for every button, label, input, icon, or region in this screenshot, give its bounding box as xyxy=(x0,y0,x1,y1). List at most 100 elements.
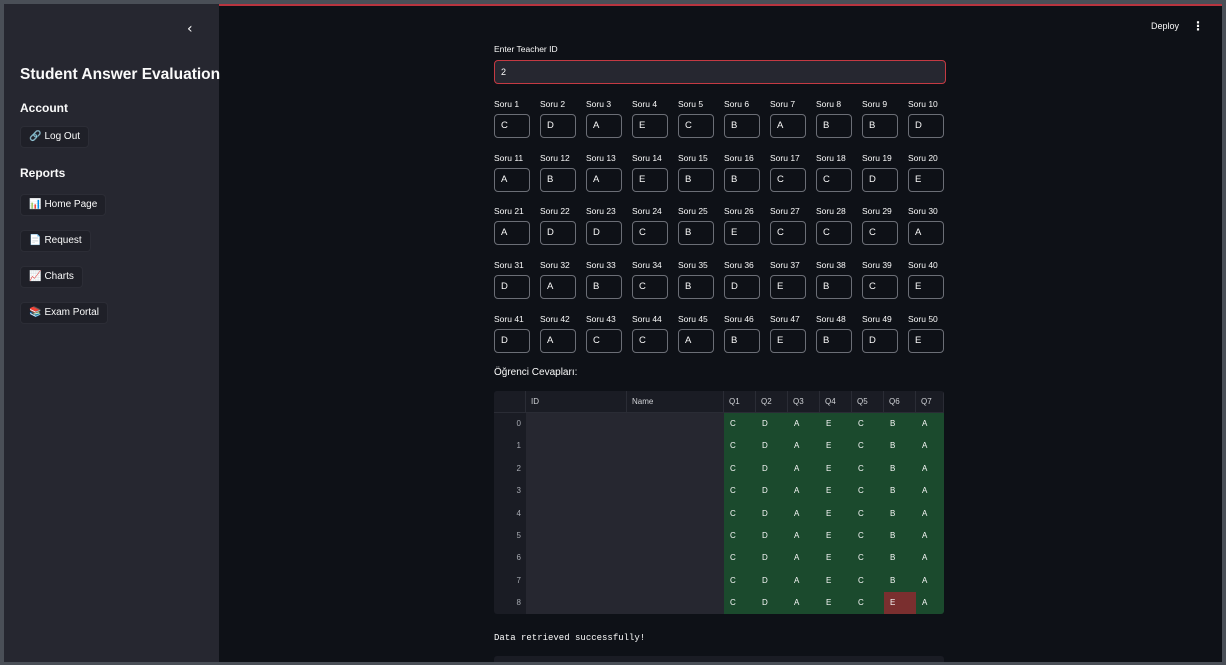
results-table[interactable] xyxy=(494,656,944,662)
answer-input[interactable]: E xyxy=(632,167,668,192)
answer-cell-correct[interactable]: C xyxy=(852,457,884,481)
answer-input[interactable]: C xyxy=(816,221,852,246)
answer-input[interactable]: B xyxy=(678,167,714,192)
answer-cell-correct[interactable]: D xyxy=(756,569,788,593)
answer-input[interactable]: D xyxy=(540,114,576,138)
column-header[interactable] xyxy=(494,391,526,413)
answer-cell-correct[interactable]: D xyxy=(756,525,788,548)
answer-cell-correct[interactable]: D xyxy=(756,480,788,503)
answer-input[interactable]: A xyxy=(586,114,622,138)
answer-cell-correct[interactable]: C xyxy=(724,569,756,593)
answer-cell-correct[interactable]: D xyxy=(756,435,788,458)
main-menu-icon[interactable]: ⋮ xyxy=(1192,19,1204,33)
answer-cell-correct[interactable]: A xyxy=(788,592,820,614)
answer-cell-correct[interactable]: A xyxy=(916,525,944,548)
answer-cell-correct[interactable]: C xyxy=(724,547,756,570)
answer-cell-correct[interactable]: E xyxy=(820,569,852,593)
answer-input[interactable]: D xyxy=(908,114,944,138)
answer-cell-correct[interactable]: E xyxy=(820,457,852,481)
column-header[interactable]: Q4 xyxy=(820,391,852,413)
answer-cell-correct[interactable]: E xyxy=(820,502,852,525)
answer-input[interactable]: E xyxy=(632,114,668,138)
answer-cell-correct[interactable]: A xyxy=(788,457,820,481)
answer-input[interactable]: A xyxy=(494,221,530,246)
answer-cell-correct[interactable]: C xyxy=(724,457,756,481)
answer-cell-correct[interactable]: D xyxy=(756,547,788,570)
answer-cell-wrong[interactable]: E xyxy=(884,592,916,614)
answer-input[interactable]: D xyxy=(494,275,530,300)
answer-input[interactable]: B xyxy=(724,167,760,192)
answer-cell-correct[interactable]: D xyxy=(756,457,788,481)
answer-input[interactable]: D xyxy=(494,328,530,353)
answer-input[interactable]: E xyxy=(770,275,806,300)
answer-cell-correct[interactable]: A xyxy=(788,502,820,525)
answer-cell-correct[interactable]: C xyxy=(724,592,756,614)
answer-input[interactable]: A xyxy=(908,221,944,246)
answer-input[interactable]: A xyxy=(494,167,530,192)
answer-cell-correct[interactable]: C xyxy=(724,480,756,503)
column-header[interactable]: ID xyxy=(526,391,627,413)
answer-cell-correct[interactable]: B xyxy=(884,502,916,525)
answer-cell-correct[interactable]: C xyxy=(852,569,884,593)
answer-cell-correct[interactable]: C xyxy=(724,435,756,458)
answer-cell-correct[interactable]: A xyxy=(788,413,820,436)
answer-cell-correct[interactable]: C xyxy=(852,413,884,436)
answer-input[interactable]: C xyxy=(678,114,714,138)
answer-cell-correct[interactable]: A xyxy=(916,569,944,593)
sidebar-item-home-page[interactable]: 📊 Home Page xyxy=(20,194,107,216)
answer-cell-correct[interactable]: C xyxy=(852,547,884,570)
column-header[interactable]: Q3 xyxy=(788,391,820,413)
answer-cell-correct[interactable]: B xyxy=(884,569,916,593)
answer-cell-correct[interactable]: A xyxy=(788,435,820,458)
answer-input[interactable]: E xyxy=(908,275,944,300)
answer-cell-correct[interactable]: D xyxy=(756,413,788,436)
answer-input[interactable]: C xyxy=(862,275,898,300)
answer-cell-correct[interactable]: A xyxy=(916,502,944,525)
answer-input[interactable]: C xyxy=(770,221,806,246)
answer-cell-correct[interactable]: E xyxy=(820,413,852,436)
answer-cell-correct[interactable]: B xyxy=(884,525,916,548)
answer-input[interactable]: C xyxy=(770,167,806,192)
answer-cell-correct[interactable]: A xyxy=(788,525,820,548)
sidebar-item-charts[interactable]: 📈 Charts xyxy=(20,266,83,288)
answer-cell-correct[interactable]: E xyxy=(820,525,852,548)
answer-input[interactable]: C xyxy=(816,167,852,192)
answer-input[interactable]: B xyxy=(678,275,714,300)
answer-input[interactable]: C xyxy=(494,114,530,138)
answer-cell-correct[interactable]: A xyxy=(788,480,820,503)
answer-cell-correct[interactable]: E xyxy=(820,435,852,458)
answer-cell-correct[interactable]: A xyxy=(916,592,944,614)
column-header[interactable]: Q7 xyxy=(916,391,944,413)
answer-input[interactable]: C xyxy=(586,328,622,353)
answer-input[interactable]: B xyxy=(816,114,852,138)
answer-input[interactable]: D xyxy=(586,221,622,246)
answer-input[interactable]: A xyxy=(540,328,576,353)
answer-cell-correct[interactable]: B xyxy=(884,435,916,458)
column-header[interactable]: Q5 xyxy=(852,391,884,413)
answer-cell-correct[interactable]: C xyxy=(852,592,884,614)
answer-cell-correct[interactable]: E xyxy=(820,592,852,614)
answer-input[interactable]: C xyxy=(862,221,898,246)
answer-cell-correct[interactable]: E xyxy=(820,547,852,570)
answer-input[interactable]: C xyxy=(632,275,668,300)
collapse-sidebar-icon[interactable]: ‹ xyxy=(187,22,199,36)
answer-input[interactable]: E xyxy=(908,167,944,192)
answer-cell-correct[interactable]: A xyxy=(788,547,820,570)
answer-input[interactable]: B xyxy=(586,275,622,300)
student-answers-table[interactable]: ID Name Q1 Q2 Q3 Q4 Q5 Q6 Q7 0 C D A E C B A 1 C D A E C B A 2 C D A… xyxy=(494,391,944,614)
answer-cell-correct[interactable]: C xyxy=(852,502,884,525)
answer-cell-correct[interactable]: A xyxy=(916,547,944,570)
answer-cell-correct[interactable]: C xyxy=(852,435,884,458)
column-header[interactable]: Q2 xyxy=(756,391,788,413)
answer-input[interactable]: D xyxy=(862,167,898,192)
teacher-id-input[interactable]: 2 xyxy=(494,60,946,84)
answer-input[interactable]: A xyxy=(540,275,576,300)
answer-cell-correct[interactable]: B xyxy=(884,547,916,570)
answer-cell-correct[interactable]: E xyxy=(820,480,852,503)
answer-input[interactable]: B xyxy=(678,221,714,246)
answer-input[interactable]: A xyxy=(770,114,806,138)
answer-input[interactable]: E xyxy=(770,328,806,353)
deploy-button[interactable]: Deploy xyxy=(1151,21,1179,31)
answer-input[interactable]: D xyxy=(724,275,760,300)
answer-cell-correct[interactable]: D xyxy=(756,592,788,614)
